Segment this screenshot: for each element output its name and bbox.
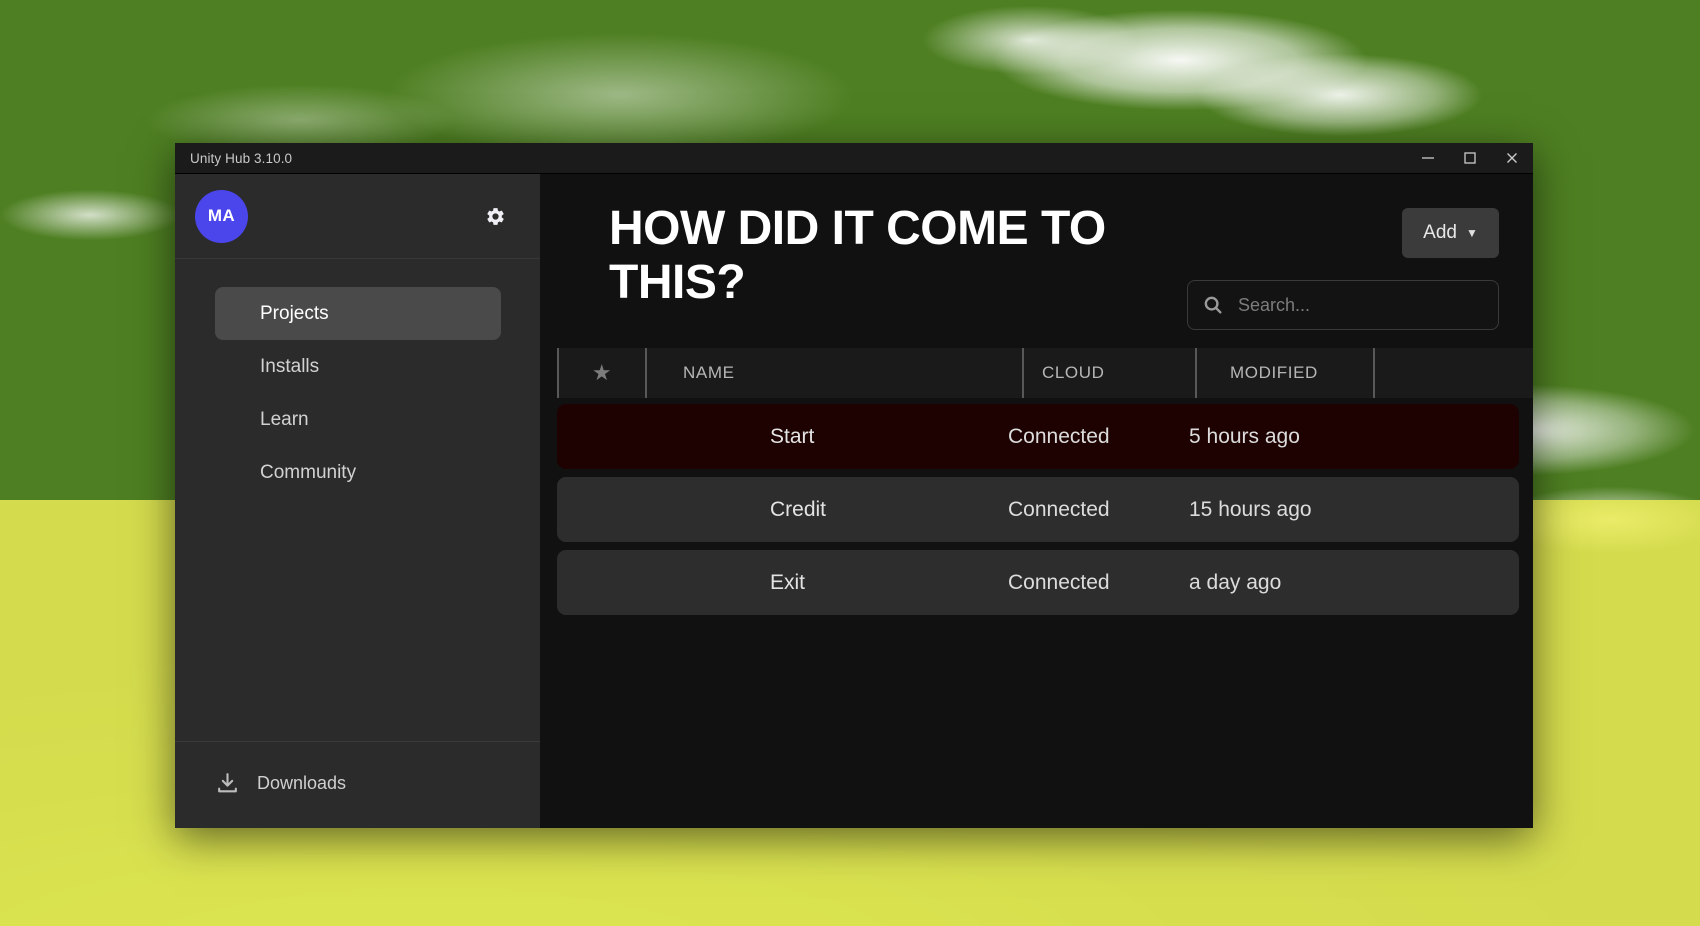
column-header-favorite[interactable]: ★ — [557, 348, 645, 398]
sidebar-nav: Projects Installs Learn Community — [175, 259, 540, 741]
sidebar-item-learn[interactable]: Learn — [215, 393, 501, 446]
avatar[interactable]: MA — [195, 189, 248, 243]
sidebar-item-projects[interactable]: Projects — [215, 287, 501, 340]
row-cloud-cell: Connected — [1008, 424, 1110, 448]
column-header-name[interactable]: NAME — [645, 348, 1022, 398]
row-modified-cell: a day ago — [1189, 570, 1282, 594]
sidebar-item-label: Community — [260, 461, 357, 483]
maximize-icon — [1464, 152, 1476, 164]
star-icon: ★ — [591, 360, 613, 385]
sidebar-item-community[interactable]: Community — [215, 446, 501, 499]
row-cloud-cell: Connected — [1008, 497, 1110, 521]
gear-icon — [486, 207, 504, 225]
sidebar: MA Projects Installs Learn Community Dow… — [175, 174, 541, 828]
main-header: HOW DID IT COME TO THIS? Add ▼ — [541, 174, 1533, 348]
table-row[interactable]: Exit Connected a day ago — [557, 550, 1519, 615]
projects-table-body: Start Connected 5 hours ago Credit Conne… — [541, 398, 1533, 828]
sidebar-item-label: Installs — [260, 355, 320, 377]
search-input[interactable] — [1238, 294, 1484, 316]
main-panel: HOW DID IT COME TO THIS? Add ▼ Search...… — [541, 174, 1533, 828]
sidebar-account-bar: MA — [175, 174, 540, 259]
sidebar-item-label: Projects — [260, 302, 329, 324]
search-icon — [1204, 296, 1222, 314]
sidebar-item-installs[interactable]: Installs — [215, 340, 501, 393]
window-controls — [1407, 143, 1533, 173]
sidebar-item-label: Learn — [260, 408, 309, 430]
downloads-label: Downloads — [257, 772, 347, 793]
search-field[interactable] — [1187, 280, 1499, 330]
row-name-cell: Start — [770, 424, 815, 448]
window-body: MA Projects Installs Learn Community Dow… — [175, 174, 1533, 828]
sidebar-footer: Downloads — [175, 741, 540, 828]
desktop-wallpaper: Unity Hub 3.10.0 MA Projects Installs Le… — [0, 0, 1700, 926]
row-name-cell: Credit — [770, 497, 827, 521]
minimize-icon — [1422, 157, 1434, 159]
page-title: HOW DID IT COME TO THIS? — [609, 202, 1106, 309]
column-header-label: MODIFIED — [1230, 363, 1318, 382]
column-header-cloud[interactable]: CLOUD — [1022, 348, 1195, 398]
column-header-label: CLOUD — [1042, 363, 1105, 382]
header-actions: Add ▼ — [1187, 202, 1499, 330]
download-icon — [215, 771, 240, 796]
table-row[interactable]: Start Connected 5 hours ago — [557, 404, 1519, 469]
avatar-initials: MA — [207, 206, 236, 225]
chevron-down-icon: ▼ — [1465, 226, 1478, 240]
close-icon — [1507, 153, 1517, 163]
sidebar-item-downloads[interactable]: Downloads — [175, 764, 540, 802]
column-header-modified[interactable]: MODIFIED — [1195, 348, 1373, 398]
add-button-label: Add — [1423, 222, 1457, 243]
window-titlebar[interactable]: Unity Hub 3.10.0 — [175, 143, 1533, 174]
table-row[interactable]: Credit Connected 15 hours ago — [557, 477, 1519, 542]
close-button[interactable] — [1491, 143, 1533, 174]
window-title: Unity Hub 3.10.0 — [190, 150, 293, 166]
row-modified-cell: 5 hours ago — [1189, 424, 1300, 448]
unity-hub-window: Unity Hub 3.10.0 MA Projects Installs Le… — [175, 143, 1533, 828]
row-cloud-cell: Connected — [1008, 570, 1110, 594]
maximize-button[interactable] — [1449, 143, 1491, 174]
add-button[interactable]: Add ▼ — [1402, 208, 1499, 258]
settings-button[interactable] — [482, 203, 508, 229]
row-modified-cell: 15 hours ago — [1189, 497, 1312, 521]
column-header-label: NAME — [683, 363, 735, 382]
row-name-cell: Exit — [770, 570, 806, 594]
minimize-button[interactable] — [1407, 143, 1449, 174]
projects-table-header: ★ NAME CLOUD MODIFIED — [557, 348, 1533, 398]
column-header-actions — [1373, 348, 1533, 398]
